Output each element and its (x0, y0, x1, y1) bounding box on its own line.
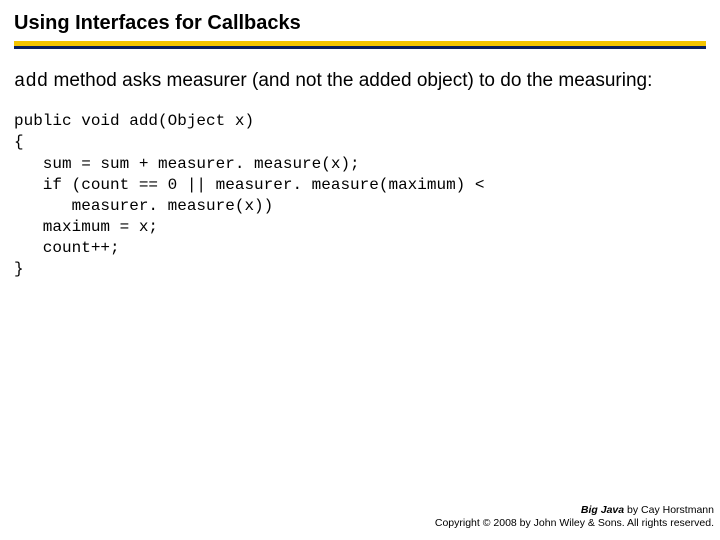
footer-line-1: Big Java by Cay Horstmann (435, 504, 714, 517)
inline-code: add (14, 70, 48, 92)
footer: Big Java by Cay Horstmann Copyright © 20… (435, 504, 714, 530)
code-block: public void add(Object x) { sum = sum + … (0, 93, 720, 280)
slide-header: Using Interfaces for Callbacks (0, 0, 720, 55)
body-paragraph: add method asks measurer (and not the ad… (0, 55, 720, 93)
body-rest: method asks measurer (and not the added … (48, 70, 652, 91)
title-underline (14, 41, 706, 49)
slide-title: Using Interfaces for Callbacks (14, 12, 706, 35)
footer-book: Big Java (581, 504, 624, 516)
footer-author: by Cay Horstmann (624, 504, 714, 516)
rule-navy (14, 46, 706, 49)
footer-copyright: Copyright © 2008 by John Wiley & Sons. A… (435, 517, 714, 530)
